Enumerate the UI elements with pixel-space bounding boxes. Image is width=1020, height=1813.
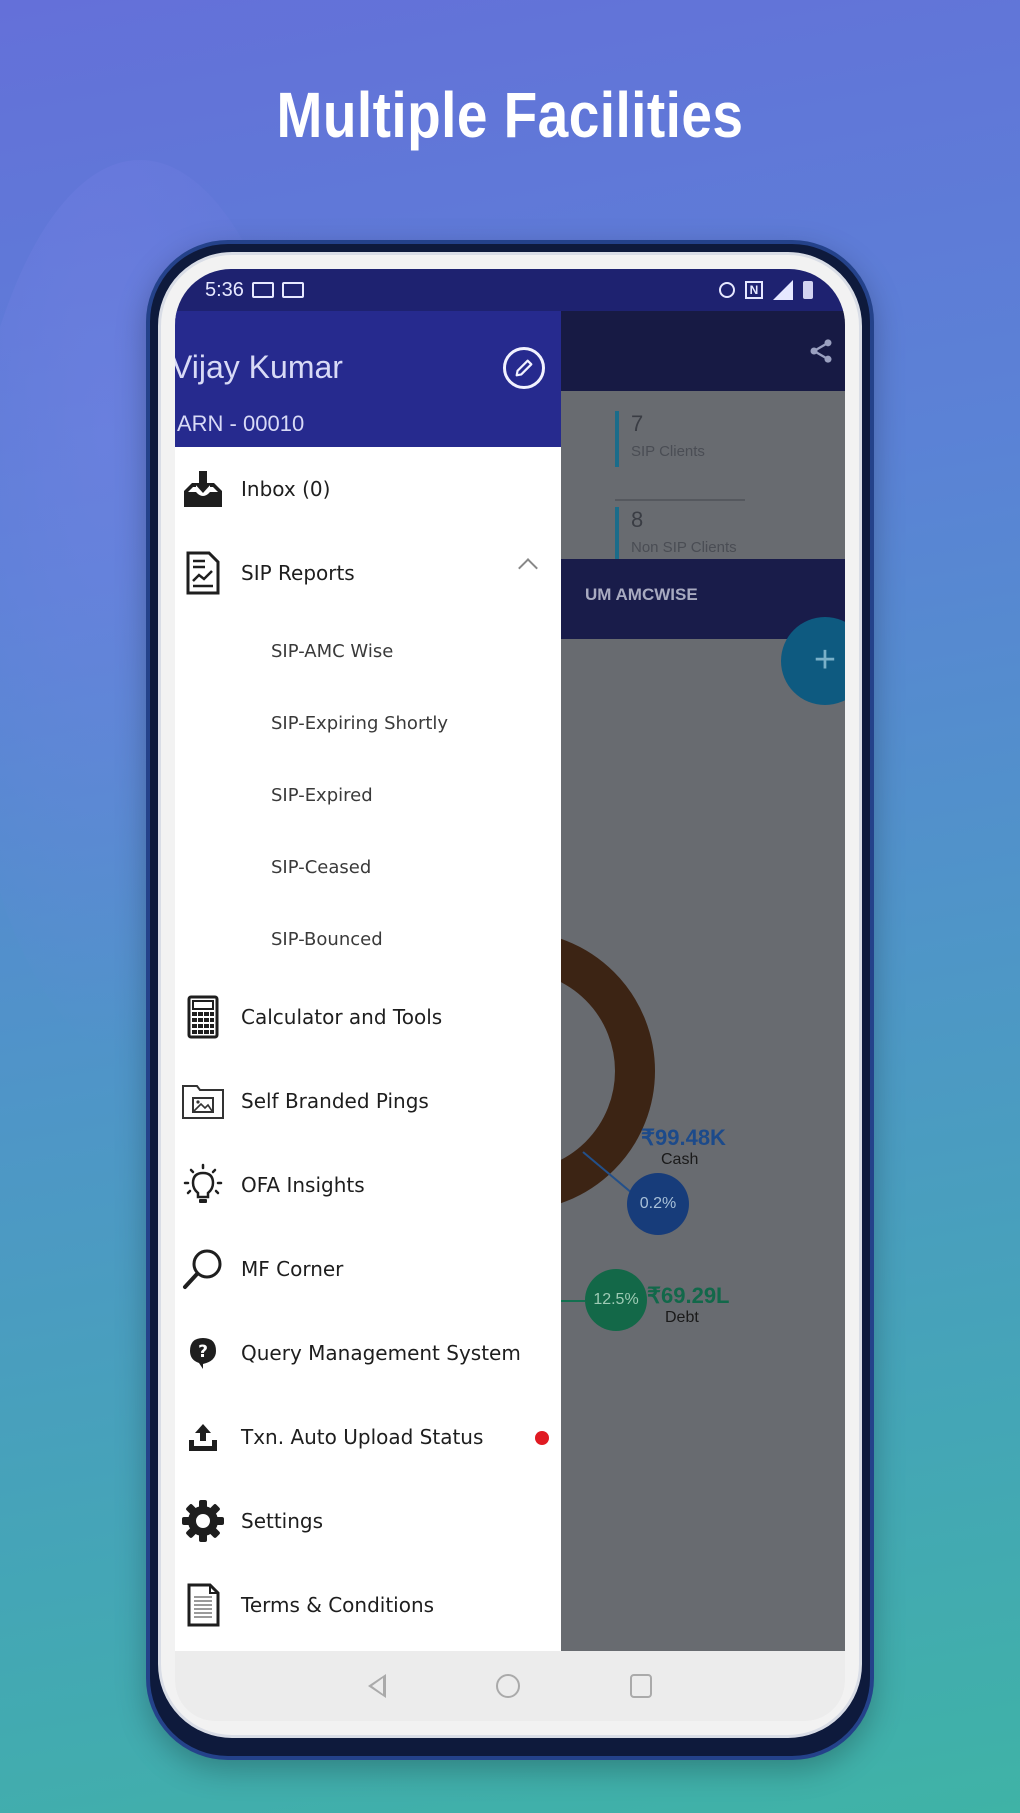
phone-bezel: 5:36 N 7 SIP Clients 8 Non SIP Clients U… [158, 252, 862, 1738]
stat-value: 7 [631, 411, 644, 436]
menu-item-query-management[interactable]: ? Query Management System [175, 1311, 561, 1395]
menu-item-inbox[interactable]: Inbox (0) [175, 447, 561, 531]
cash-amount: ₹99.48K [641, 1125, 726, 1150]
user-name: Vijay Kumar [175, 349, 343, 385]
menu-item-terms-conditions[interactable]: Terms & Conditions [175, 1563, 561, 1647]
upload-icon [181, 1415, 225, 1459]
nfc-icon: N [745, 281, 763, 299]
lightbulb-icon [181, 1163, 225, 1207]
cash-percent-bubble: 0.2% [627, 1173, 689, 1235]
menu-item-mf-corner[interactable]: MF Corner [175, 1227, 561, 1311]
share-icon[interactable] [807, 337, 835, 365]
menu-item-settings[interactable]: Settings [175, 1479, 561, 1563]
menu-item-label: OFA Insights [241, 1173, 365, 1197]
menu-item-label: Self Branded Pings [241, 1089, 429, 1113]
stat-divider [615, 499, 745, 501]
menu-item-label: Settings [241, 1509, 324, 1533]
promo-headline: Multiple Facilities [276, 79, 744, 151]
menu-item-label: Terms & Conditions [241, 1593, 435, 1617]
gallery-icon [251, 282, 274, 298]
submenu-item-sip-ceased[interactable]: SIP-Ceased [175, 831, 561, 903]
submenu-item-sip-expiring-shortly[interactable]: SIP-Expiring Shortly [175, 687, 561, 759]
image-folder-icon [181, 1079, 225, 1123]
menu-item-label: Txn. Auto Upload Status [241, 1425, 484, 1449]
status-time: 5:36 [205, 278, 244, 301]
calculator-icon [181, 995, 225, 1039]
back-icon[interactable] [368, 1674, 386, 1698]
arn-number: ARN - 00010 [177, 411, 305, 436]
stat-bar [615, 507, 619, 563]
stat-label: SIP Clients [631, 443, 705, 460]
system-nav-bar [175, 1651, 845, 1721]
menu-item-txn-auto-upload[interactable]: Txn. Auto Upload Status [175, 1395, 561, 1479]
stat-value: 8 [631, 507, 644, 532]
drawer-menu: Inbox (0) SIP Reports SIP-AMC Wise SIP-E… [175, 447, 561, 1647]
notification-dot [535, 1431, 549, 1445]
signal-4g-icon [773, 280, 793, 300]
edit-pencil-icon [515, 359, 533, 377]
menu-item-label: Calculator and Tools [241, 1005, 443, 1029]
recent-apps-icon[interactable] [630, 1674, 652, 1698]
menu-item-label: SIP Reports [241, 561, 355, 585]
menu-item-label: Query Management System [241, 1341, 521, 1365]
menu-item-self-branded-pings[interactable]: Self Branded Pings [175, 1059, 561, 1143]
status-bar: 5:36 N [175, 269, 845, 311]
document-icon [181, 1583, 225, 1627]
chevron-up-icon[interactable] [518, 558, 538, 578]
battery-icon [803, 281, 813, 299]
stat-label: Non SIP Clients [631, 539, 737, 556]
menu-item-calculator-tools[interactable]: Calculator and Tools [175, 975, 561, 1059]
tab-aum-amcwise[interactable]: UM AMCWISE [585, 585, 698, 605]
navigation-drawer: Vijay Kumar ARN - 00010 Inbox (0) SIP Re… [175, 311, 561, 1651]
menu-item-label: Inbox (0) [241, 477, 331, 501]
alarm-icon [719, 282, 735, 298]
drawer-header: Vijay Kumar ARN - 00010 [175, 311, 561, 447]
home-icon[interactable] [496, 1674, 520, 1698]
debt-label: Debt [665, 1309, 699, 1326]
phone-screen: 5:36 N 7 SIP Clients 8 Non SIP Clients U… [175, 269, 845, 1721]
menu-item-label: MF Corner [241, 1257, 344, 1281]
menu-item-sip-reports[interactable]: SIP Reports [175, 531, 561, 615]
phone-frame: 5:36 N 7 SIP Clients 8 Non SIP Clients U… [146, 240, 874, 1760]
report-chart-icon [181, 551, 225, 595]
menu-item-ofa-insights[interactable]: OFA Insights [175, 1143, 561, 1227]
gmail-icon [281, 282, 304, 298]
debt-amount: ₹69.29L [647, 1283, 730, 1308]
cash-label: Cash [661, 1151, 699, 1168]
svg-text:?: ? [198, 1342, 208, 1362]
edit-profile-button[interactable] [503, 347, 545, 389]
debt-percent-bubble: 12.5% [585, 1269, 647, 1331]
inbox-download-icon [181, 467, 225, 511]
stat-bar [615, 411, 619, 467]
submenu-item-sip-bounced[interactable]: SIP-Bounced [175, 903, 561, 975]
gear-icon [181, 1499, 225, 1543]
question-bubble-icon: ? [181, 1331, 225, 1375]
submenu-item-sip-expired[interactable]: SIP-Expired [175, 759, 561, 831]
search-icon [181, 1247, 225, 1291]
submenu-item-sip-amc-wise[interactable]: SIP-AMC Wise [175, 615, 561, 687]
status-icons: N [719, 280, 813, 300]
